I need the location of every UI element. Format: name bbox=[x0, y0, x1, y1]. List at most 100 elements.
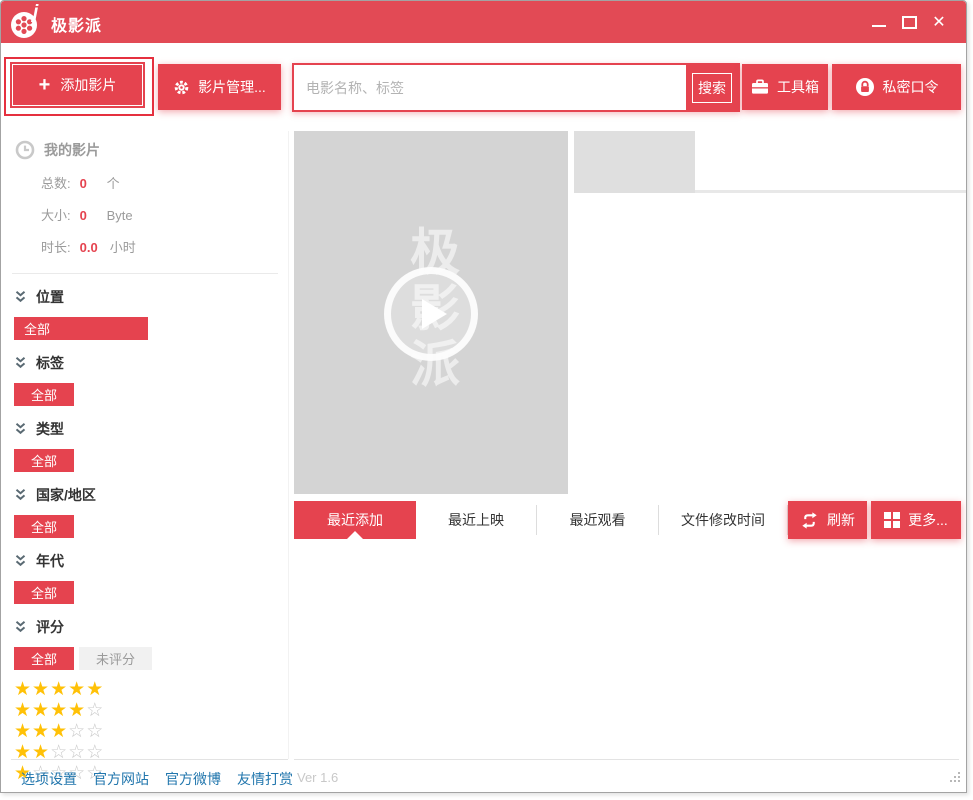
star-empty-icon: ☆ bbox=[86, 700, 104, 721]
tab-recently-released[interactable]: 最近上映 bbox=[416, 501, 536, 539]
stat-total-unit: 个 bbox=[107, 173, 120, 192]
star-empty-icon: ☆ bbox=[86, 721, 104, 742]
filter-section-rating-title: 评分 bbox=[36, 617, 64, 637]
filter-rating-unrated[interactable]: 未评分 bbox=[79, 647, 152, 670]
footer-link-official-site[interactable]: 官方网站 bbox=[93, 769, 149, 789]
star-filled-icon: ★ bbox=[50, 721, 68, 742]
filter-section-tags-header: 标签 bbox=[14, 353, 288, 373]
toolbox-icon bbox=[751, 79, 769, 95]
toolbox-button[interactable]: 工具箱 bbox=[742, 64, 828, 110]
sort-tabs-bar: 最近添加 最近上映 最近观看 文件修改时间 刷新 更多... bbox=[294, 501, 961, 539]
play-icon[interactable] bbox=[384, 266, 478, 360]
stat-size-value: 0 bbox=[80, 208, 95, 223]
stat-size-unit: Byte bbox=[107, 208, 133, 223]
sidebar: 我的影片 总数: 0 个 大小: 0 Byte 时长: 0.0 小时 位置 bbox=[2, 116, 288, 784]
star-filled-icon: ★ bbox=[14, 679, 32, 700]
stat-total: 总数: 0 个 bbox=[41, 173, 288, 192]
add-movie-label: 添加影片 bbox=[60, 75, 116, 95]
chevron-double-down-icon[interactable] bbox=[14, 488, 27, 502]
footer-divider-right bbox=[294, 759, 959, 760]
rating-row-5-stars[interactable]: ★★★★★ bbox=[14, 679, 288, 700]
filter-section-type-header: 类型 bbox=[14, 419, 288, 439]
footer-divider-left bbox=[11, 759, 288, 760]
manage-movies-label: 影片管理... bbox=[198, 77, 266, 97]
filter-section-country-header: 国家/地区 bbox=[14, 485, 288, 505]
version-label: Ver 1.6 bbox=[297, 770, 338, 785]
more-label: 更多... bbox=[908, 510, 948, 530]
more-button[interactable]: 更多... bbox=[871, 501, 961, 539]
search-button[interactable]: 搜索 bbox=[692, 73, 732, 103]
stat-duration-value: 0.0 bbox=[80, 240, 98, 255]
search-box: 搜索 bbox=[292, 63, 740, 112]
footer-link-donate[interactable]: 友情打赏 bbox=[237, 769, 293, 789]
manage-movies-button[interactable]: 影片管理... bbox=[158, 64, 281, 110]
stat-duration-label: 时长: bbox=[41, 237, 71, 256]
chevron-double-down-icon[interactable] bbox=[14, 554, 27, 568]
search-input[interactable] bbox=[294, 65, 686, 110]
tab-recently-added[interactable]: 最近添加 bbox=[294, 501, 416, 539]
star-filled-icon: ★ bbox=[50, 700, 68, 721]
star-filled-icon: ★ bbox=[50, 679, 68, 700]
star-filled-icon: ★ bbox=[32, 700, 50, 721]
rating-row-3-stars[interactable]: ★★★☆☆ bbox=[14, 721, 288, 742]
filter-rating-all[interactable]: 全部 bbox=[14, 647, 74, 670]
close-icon[interactable]: ✕ bbox=[924, 7, 954, 37]
detail-tab-placeholder[interactable] bbox=[574, 131, 695, 193]
filter-era-all[interactable]: 全部 bbox=[14, 581, 74, 604]
footer-link-weibo[interactable]: 官方微博 bbox=[165, 769, 221, 789]
filter-section-type-title: 类型 bbox=[36, 419, 64, 439]
rating-row-4-stars[interactable]: ★★★★☆ bbox=[14, 700, 288, 721]
star-empty-icon: ☆ bbox=[68, 721, 86, 742]
private-password-label: 私密口令 bbox=[883, 77, 939, 97]
movie-poster-placeholder[interactable]: 极影派 bbox=[294, 131, 568, 494]
chevron-double-down-icon[interactable] bbox=[14, 290, 27, 304]
app-window: j 极影派 ✕ + 添加影片 影片管理... 搜索 bbox=[0, 0, 967, 793]
stat-duration: 时长: 0.0 小时 bbox=[41, 237, 288, 256]
gear-icon bbox=[173, 79, 190, 96]
chevron-double-down-icon[interactable] bbox=[14, 620, 27, 634]
sidebar-divider bbox=[12, 273, 278, 274]
window-controls: ✕ bbox=[864, 1, 954, 43]
tab-file-modified-time[interactable]: 文件修改时间 bbox=[659, 501, 787, 539]
titlebar: j 极影派 ✕ bbox=[1, 1, 966, 43]
sidebar-main-divider bbox=[288, 131, 289, 759]
filter-section-era-header: 年代 bbox=[14, 551, 288, 571]
star-filled-icon: ★ bbox=[68, 679, 86, 700]
filter-tags-all[interactable]: 全部 bbox=[14, 383, 74, 406]
minimize-icon[interactable] bbox=[864, 7, 894, 37]
add-movie-highlight-box: + 添加影片 bbox=[4, 57, 154, 116]
grid-icon bbox=[884, 512, 900, 528]
search-button-zone: 搜索 bbox=[686, 65, 738, 110]
add-movie-button[interactable]: + 添加影片 bbox=[12, 64, 143, 106]
resize-grip[interactable] bbox=[948, 771, 961, 789]
filter-type-all[interactable]: 全部 bbox=[14, 449, 74, 472]
filter-section-era: 年代 全部 bbox=[14, 551, 288, 604]
private-password-button[interactable]: 私密口令 bbox=[832, 64, 961, 110]
stat-total-label: 总数: bbox=[41, 173, 71, 192]
chevron-double-down-icon[interactable] bbox=[14, 422, 27, 436]
filter-section-era-title: 年代 bbox=[36, 551, 64, 571]
play-triangle bbox=[422, 298, 447, 328]
filter-section-country: 国家/地区 全部 bbox=[14, 485, 288, 538]
star-filled-icon: ★ bbox=[14, 700, 32, 721]
toolbox-label: 工具箱 bbox=[777, 77, 819, 97]
star-filled-icon: ★ bbox=[14, 721, 32, 742]
clock-icon bbox=[15, 140, 35, 160]
filter-section-tags-title: 标签 bbox=[36, 353, 64, 373]
refresh-button[interactable]: 刷新 bbox=[788, 501, 867, 539]
stat-size-label: 大小: bbox=[41, 205, 71, 224]
maximize-icon[interactable] bbox=[894, 7, 924, 37]
stat-size: 大小: 0 Byte bbox=[41, 205, 288, 224]
footer-link-options[interactable]: 选项设置 bbox=[21, 769, 77, 789]
logo-j-glyph: j bbox=[33, 2, 38, 24]
filter-section-rating-header: 评分 bbox=[14, 617, 288, 637]
filter-location-all[interactable]: 全部 bbox=[14, 317, 148, 340]
star-filled-icon: ★ bbox=[86, 679, 104, 700]
filter-country-all[interactable]: 全部 bbox=[14, 515, 74, 538]
filter-section-tags: 标签 全部 bbox=[14, 353, 288, 406]
chevron-double-down-icon[interactable] bbox=[14, 356, 27, 370]
app-title: 极影派 bbox=[51, 12, 102, 36]
tab-recently-watched[interactable]: 最近观看 bbox=[537, 501, 658, 539]
star-filled-icon: ★ bbox=[32, 721, 50, 742]
filter-section-rating: 评分 全部 未评分 bbox=[14, 617, 288, 670]
